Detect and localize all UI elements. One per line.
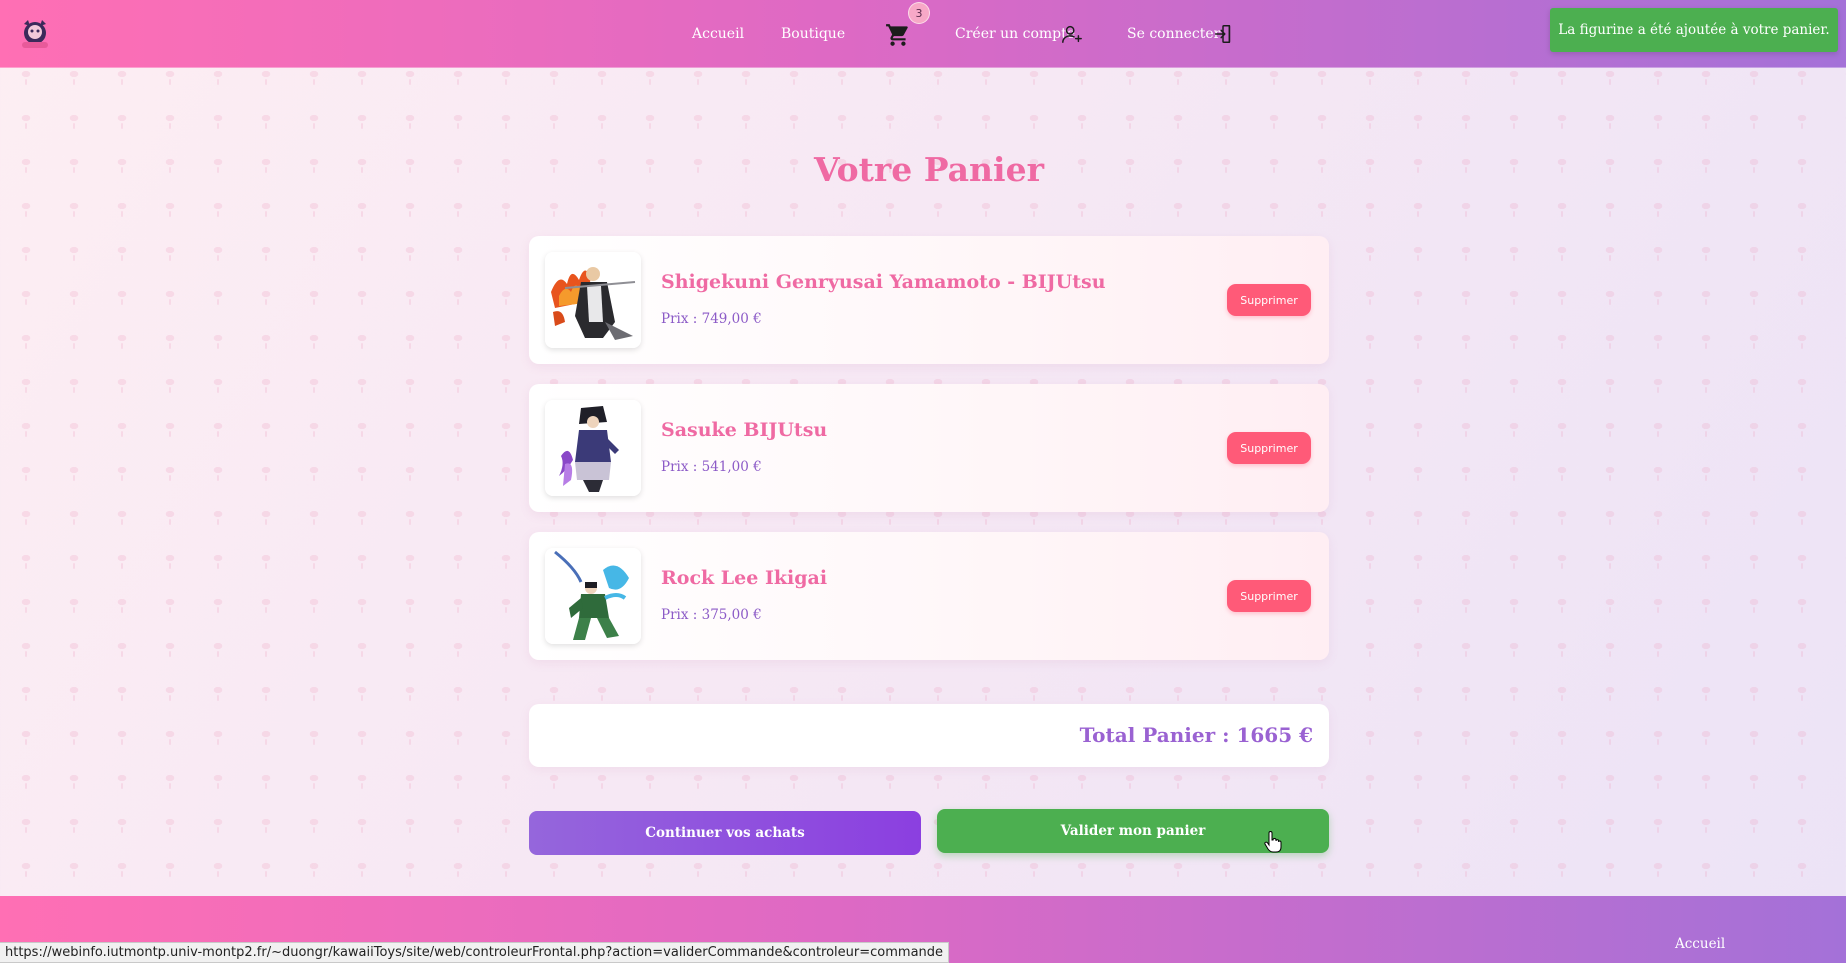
- toast-notification: La figurine a été ajoutée à votre panier…: [1550, 8, 1838, 52]
- nav-shop-link[interactable]: Boutique: [781, 26, 845, 42]
- footer-home-link[interactable]: Accueil: [1675, 936, 1725, 952]
- item-price: Prix : 749,00 €: [661, 311, 762, 327]
- nav-home-link[interactable]: Accueil: [692, 26, 744, 42]
- product-thumbnail[interactable]: [545, 400, 641, 496]
- cart-item: Shigekuni Genryusai Yamamoto - BIJUtsu P…: [529, 236, 1329, 364]
- status-bar-url: https://webinfo.iutmontp.univ-montp2.fr/…: [0, 942, 950, 963]
- page-title: Votre Panier: [814, 150, 1044, 189]
- login-icon[interactable]: [1212, 23, 1234, 45]
- delete-button[interactable]: Supprimer: [1227, 580, 1311, 612]
- cart-total-box: Total Panier : 1665 €: [529, 704, 1329, 767]
- item-price: Prix : 541,00 €: [661, 459, 762, 475]
- cart-total: Total Panier : 1665 €: [1079, 723, 1313, 747]
- cart-count-badge: 3: [908, 2, 930, 24]
- delete-button[interactable]: Supprimer: [1227, 284, 1311, 316]
- product-thumbnail[interactable]: [545, 548, 641, 644]
- item-price: Prix : 375,00 €: [661, 607, 762, 623]
- item-name[interactable]: Rock Lee Ikigai: [661, 567, 827, 589]
- nav-login-link[interactable]: Se connecter: [1127, 26, 1220, 42]
- add-user-icon[interactable]: [1061, 23, 1083, 45]
- cart-item: Sasuke BIJUtsu Prix : 541,00 € Supprimer: [529, 384, 1329, 512]
- continue-shopping-button[interactable]: Continuer vos achats: [529, 811, 921, 855]
- item-name[interactable]: Shigekuni Genryusai Yamamoto - BIJUtsu: [661, 271, 1106, 293]
- nav-signup-link[interactable]: Créer un compte: [955, 26, 1075, 42]
- cart-item: Rock Lee Ikigai Prix : 375,00 € Supprime…: [529, 532, 1329, 660]
- product-thumbnail[interactable]: [545, 252, 641, 348]
- item-name[interactable]: Sasuke BIJUtsu: [661, 419, 827, 441]
- delete-button[interactable]: Supprimer: [1227, 432, 1311, 464]
- cart-icon[interactable]: [885, 22, 911, 48]
- logo-icon[interactable]: [18, 18, 52, 52]
- header: Accueil Boutique 3 Créer un compte Se co…: [0, 0, 1846, 68]
- hand-cursor-icon: [1264, 830, 1282, 853]
